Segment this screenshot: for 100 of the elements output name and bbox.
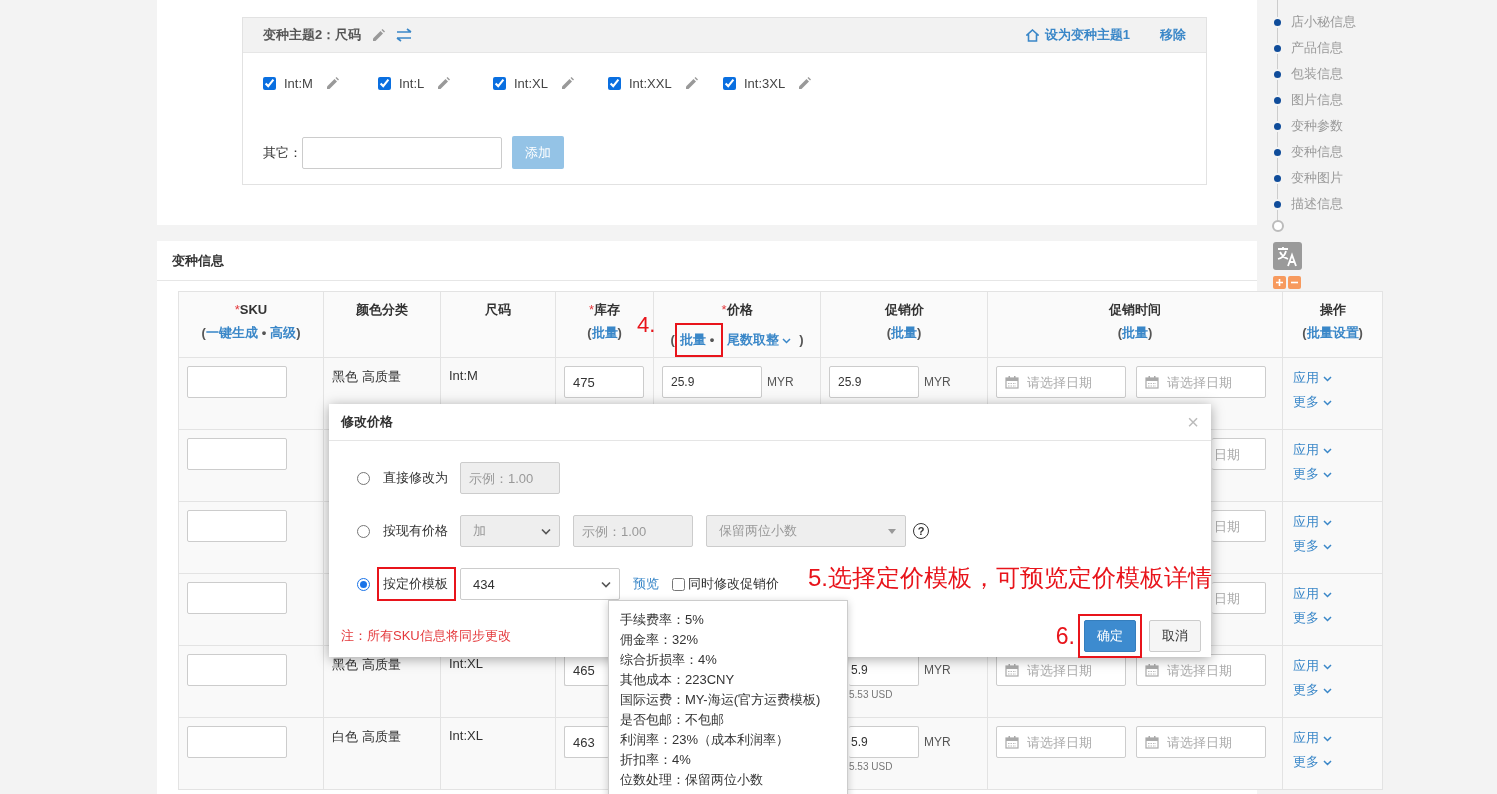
- template-select[interactable]: 434: [460, 568, 620, 600]
- bracket-text: (: [201, 324, 206, 342]
- detail-line: 折扣率：4%: [620, 751, 692, 769]
- column-header: *价格: [720, 301, 754, 319]
- plus-icon[interactable]: [1273, 276, 1286, 289]
- option-label: Int:3XL: [744, 76, 786, 91]
- color-text: 黑色 高质量: [332, 656, 401, 674]
- radio-button[interactable]: [357, 577, 370, 591]
- option-checkbox[interactable]: [378, 77, 391, 90]
- action-link[interactable]: 应用: [1293, 369, 1332, 387]
- sku-input[interactable]: [187, 366, 287, 398]
- color-text: 白色 高质量: [332, 728, 401, 746]
- batch-link[interactable]: 一键生成: [205, 323, 258, 343]
- converted-price: 5.53 USD: [849, 689, 894, 700]
- promo-price-input[interactable]: 25.9: [829, 366, 919, 398]
- date-field[interactable]: 请选择日期: [1136, 654, 1266, 686]
- option-checkbox[interactable]: [263, 77, 276, 90]
- action-link[interactable]: 更多: [1293, 681, 1332, 699]
- detail-line: 手续费率：5%: [620, 611, 705, 629]
- radio-button[interactable]: [357, 471, 370, 485]
- bracket-text: •: [261, 324, 267, 342]
- action-link[interactable]: 应用: [1293, 441, 1332, 459]
- nav-link[interactable]: 包装信息: [1257, 61, 1343, 87]
- batch-link[interactable]: 批量: [1122, 323, 1148, 343]
- sku-input[interactable]: [187, 726, 287, 758]
- bracket-text: ): [296, 324, 301, 342]
- stock-input[interactable]: 463: [564, 726, 609, 758]
- bullet-icon: [1274, 18, 1281, 26]
- other-input[interactable]: [302, 136, 502, 169]
- preview-link[interactable]: 预览: [633, 575, 659, 593]
- date-field[interactable]: 请选择日期: [1136, 366, 1266, 398]
- rounding-select[interactable]: 保留两位小数: [706, 515, 906, 547]
- batch-link[interactable]: 批量: [679, 330, 706, 350]
- action-link[interactable]: 更多: [1293, 753, 1332, 771]
- action-link[interactable]: 更多: [1293, 465, 1332, 483]
- date-field[interactable]: 日期: [1212, 510, 1266, 542]
- stock-input[interactable]: 475: [564, 366, 644, 398]
- action-link[interactable]: 应用: [1293, 585, 1332, 603]
- option-label: 按定价模板: [377, 567, 456, 601]
- batch-link[interactable]: 批量: [591, 323, 618, 343]
- sync-checkbox[interactable]: [672, 577, 685, 591]
- nav-link[interactable]: 变种图片: [1257, 165, 1343, 191]
- nav-link[interactable]: 产品信息: [1257, 35, 1343, 61]
- date-field[interactable]: 日期: [1212, 582, 1266, 614]
- sku-input[interactable]: [187, 654, 287, 686]
- action-link[interactable]: 应用: [1293, 513, 1332, 531]
- pencil-icon[interactable]: [371, 27, 387, 43]
- option-checkbox[interactable]: [493, 77, 506, 90]
- column-header: *SKU: [233, 301, 269, 319]
- date-field[interactable]: 请选择日期: [996, 726, 1126, 758]
- sku-input[interactable]: [187, 582, 287, 614]
- operator-select[interactable]: 加: [460, 515, 560, 547]
- radio-button[interactable]: [357, 524, 370, 538]
- action-link[interactable]: 应用: [1293, 729, 1332, 747]
- pencil-icon[interactable]: [797, 76, 813, 91]
- currency-text: MYR: [924, 375, 951, 389]
- pencil-icon[interactable]: [559, 76, 575, 91]
- cancel-button[interactable]: 取消: [1149, 620, 1201, 652]
- translate-icon[interactable]: [1273, 242, 1302, 270]
- nav-link[interactable]: 变种参数: [1257, 113, 1343, 139]
- price-input[interactable]: 25.9: [662, 366, 762, 398]
- nav-link[interactable]: 变种信息: [1257, 139, 1343, 165]
- confirm-button[interactable]: 确定: [1084, 620, 1136, 652]
- close-button[interactable]: ×: [1187, 412, 1199, 432]
- nav-link[interactable]: 图片信息: [1257, 87, 1343, 113]
- nav-link[interactable]: 描述信息: [1257, 191, 1343, 217]
- detail-line: 佣金率：32%: [620, 631, 700, 649]
- action-link[interactable]: 更多: [1293, 609, 1332, 627]
- column-header: 尺码: [484, 301, 512, 319]
- action-link[interactable]: 应用: [1293, 657, 1332, 675]
- caret-icon: [1323, 734, 1332, 742]
- date-field[interactable]: 请选择日期: [996, 366, 1126, 398]
- action-link[interactable]: 更多: [1293, 537, 1332, 555]
- dialog-title: 修改价格: [341, 413, 393, 431]
- batch-link[interactable]: 批量设置: [1306, 323, 1359, 343]
- pencil-icon[interactable]: [436, 76, 452, 91]
- date-field[interactable]: 日期: [1212, 438, 1266, 470]
- action-link[interactable]: 更多: [1293, 393, 1332, 411]
- bullet-icon: [1274, 70, 1281, 78]
- caret-icon: [1323, 446, 1332, 454]
- pencil-icon[interactable]: [324, 76, 340, 91]
- promo-price-input[interactable]: 5.9: [849, 726, 919, 758]
- dropdown-link[interactable]: 尾数取整: [727, 330, 792, 350]
- remove-link[interactable]: 移除: [1160, 26, 1186, 44]
- other-label: 其它：: [263, 143, 302, 162]
- option-label: 直接修改为: [382, 469, 449, 487]
- date-field[interactable]: 请选择日期: [1136, 726, 1266, 758]
- nav-link[interactable]: 店小秘信息: [1257, 9, 1356, 35]
- column-header: *库存: [587, 301, 622, 319]
- caret-icon: [1323, 374, 1332, 382]
- option-checkbox[interactable]: [608, 77, 621, 90]
- sku-input[interactable]: [187, 510, 287, 542]
- option-checkbox[interactable]: [723, 77, 736, 90]
- pencil-icon[interactable]: [683, 76, 699, 91]
- minus-icon[interactable]: [1288, 276, 1301, 289]
- sku-input[interactable]: [187, 438, 287, 470]
- batch-link[interactable]: 批量: [891, 323, 917, 343]
- set-primary-link[interactable]: 设为变种主题1: [1025, 26, 1130, 44]
- caret-icon: [1323, 686, 1332, 694]
- batch-link[interactable]: 高级: [270, 323, 297, 343]
